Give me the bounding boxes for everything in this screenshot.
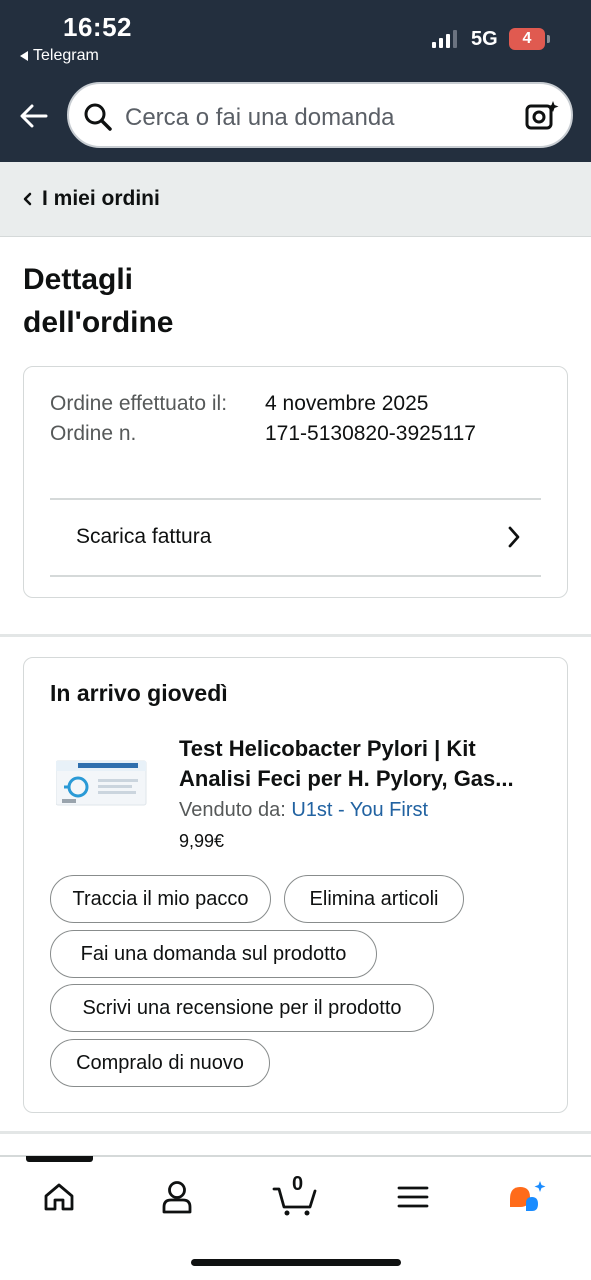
download-invoice-label: Scarica fattura bbox=[76, 525, 212, 548]
network-type: 5G bbox=[471, 28, 498, 50]
search-icon bbox=[84, 103, 112, 131]
battery-icon: 4 bbox=[509, 28, 545, 50]
battery-cap bbox=[547, 35, 550, 43]
app-header: 16:52 Telegram 5G 4 Cerca o fai una doma… bbox=[0, 0, 591, 162]
order-labels: Ordine effettuato il: Ordine n. bbox=[50, 389, 250, 449]
back-to-telegram[interactable]: Telegram bbox=[20, 47, 99, 65]
delete-items-button[interactable]: Elimina articoli bbox=[284, 875, 464, 923]
buy-again-button[interactable]: Compralo di nuovo bbox=[50, 1039, 270, 1087]
order-values: 4 novembre 2025 171-5130820-3925117 bbox=[265, 389, 476, 449]
download-invoice-row[interactable]: Scarica fattura bbox=[50, 499, 541, 575]
shipment-card: In arrivo giovedì Test Helicobacter Pylo… bbox=[23, 657, 568, 1113]
back-arrow-icon[interactable] bbox=[18, 100, 50, 132]
back-app-label: Telegram bbox=[33, 47, 99, 64]
status-time: 16:52 bbox=[63, 12, 132, 42]
tab-menu[interactable] bbox=[383, 1172, 443, 1222]
section-divider bbox=[0, 1131, 591, 1134]
divider bbox=[50, 575, 541, 577]
arrival-status: In arrivo giovedì bbox=[50, 680, 228, 706]
back-triangle-icon bbox=[20, 51, 28, 61]
home-icon bbox=[44, 1183, 74, 1211]
order-number-label: Ordine n. bbox=[50, 422, 137, 445]
breadcrumb[interactable]: I miei ordini bbox=[0, 162, 591, 237]
sold-by-label: Venduto da: bbox=[179, 799, 286, 821]
ask-question-button[interactable]: Fai una domanda sul prodotto bbox=[50, 930, 377, 978]
menu-icon bbox=[397, 1186, 429, 1208]
camera-sparkle-icon[interactable] bbox=[525, 100, 559, 132]
product-thumbnail[interactable] bbox=[56, 753, 151, 813]
product-title[interactable]: Test Helicobacter Pylori | Kit Analisi F… bbox=[179, 734, 549, 794]
breadcrumb-label: I miei ordini bbox=[42, 187, 160, 210]
cart-count: 0 bbox=[292, 1173, 304, 1195]
product-price: 9,99€ bbox=[179, 831, 225, 851]
tab-rufus[interactable] bbox=[499, 1172, 559, 1222]
search-bar[interactable]: Cerca o fai una domanda bbox=[67, 82, 573, 148]
order-date-label: Ordine effettuato il: bbox=[50, 392, 228, 415]
section-divider bbox=[0, 634, 591, 637]
sold-by: Venduto da: U1st - You First bbox=[179, 799, 428, 822]
tab-cart[interactable]: 0 bbox=[265, 1172, 325, 1222]
track-package-button[interactable]: Traccia il mio pacco bbox=[50, 875, 271, 923]
order-summary-card: Ordine effettuato il: Ordine n. 4 novemb… bbox=[23, 366, 568, 598]
page-title: Dettagli dell'ordine bbox=[23, 263, 174, 339]
chevron-right-icon bbox=[508, 526, 520, 548]
order-date-value: 4 novembre 2025 bbox=[265, 392, 429, 415]
write-review-button[interactable]: Scrivi una recensione per il prodotto bbox=[50, 984, 434, 1032]
signal-icon bbox=[432, 30, 457, 48]
tab-home[interactable] bbox=[29, 1172, 89, 1222]
rufus-icon bbox=[510, 1181, 546, 1211]
account-icon bbox=[162, 1181, 192, 1214]
chevron-left-icon bbox=[23, 192, 32, 206]
order-number-value: 171-5130820-3925117 bbox=[265, 422, 476, 445]
bottom-nav: 0 bbox=[0, 1162, 591, 1232]
search-input[interactable]: Cerca o fai una domanda bbox=[125, 104, 395, 132]
seller-link[interactable]: U1st - You First bbox=[291, 799, 428, 821]
home-indicator bbox=[191, 1259, 401, 1266]
tab-account[interactable] bbox=[147, 1172, 207, 1222]
